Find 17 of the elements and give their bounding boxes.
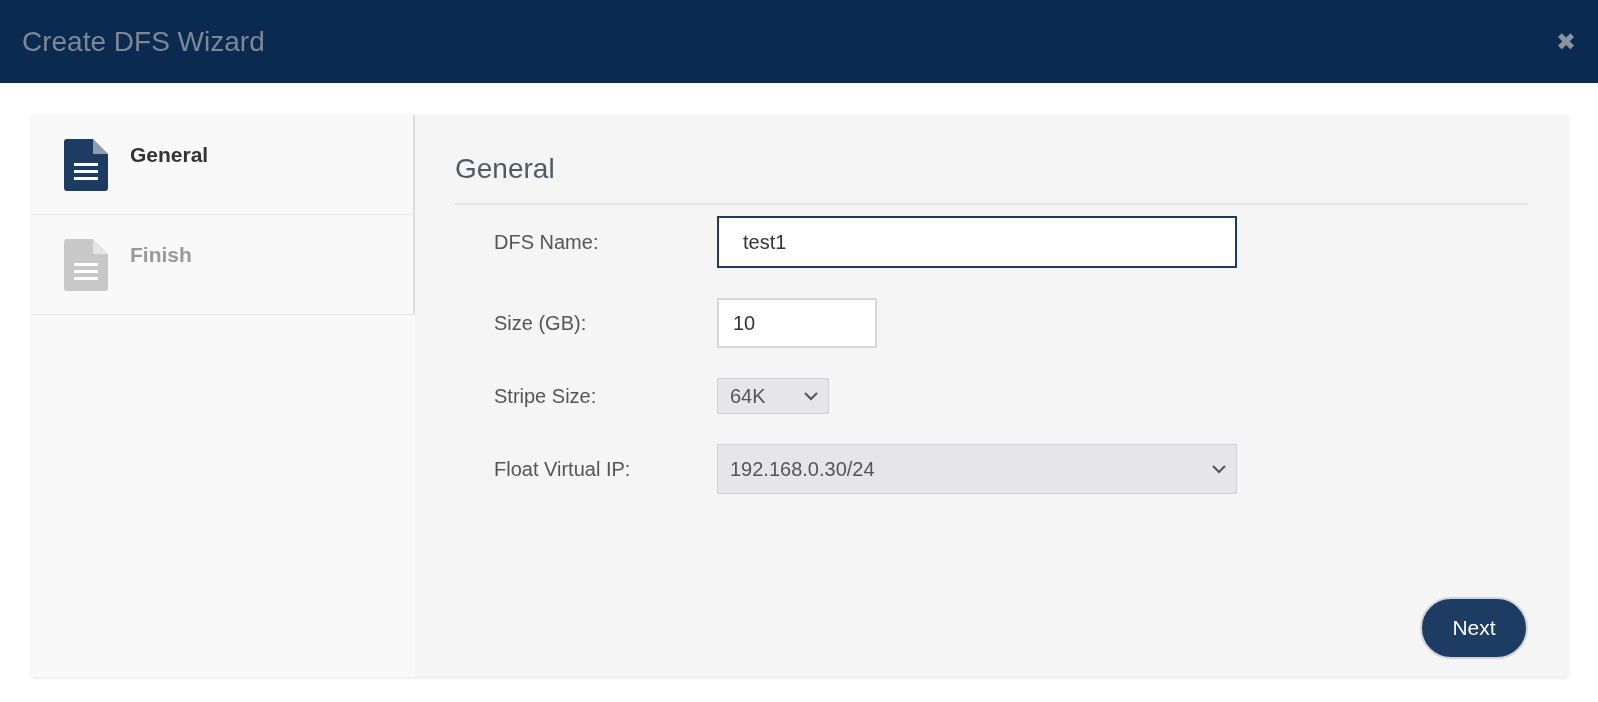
- dropdown-select[interactable]: 64K: [717, 378, 829, 414]
- field-label: Float Virtual IP:: [493, 457, 632, 481]
- field-label: Size (GB):: [493, 311, 588, 335]
- field-label: DFS Name:: [493, 230, 600, 254]
- section-heading: General: [455, 153, 1528, 205]
- next-button[interactable]: Next: [1420, 597, 1528, 659]
- text-field[interactable]: test1: [717, 216, 1237, 268]
- chevron-down-icon: [804, 391, 818, 401]
- dropdown-select[interactable]: 192.168.0.30/24: [717, 444, 1237, 494]
- close-button[interactable]: ✖: [1556, 27, 1576, 56]
- field-label: Stripe Size:: [493, 384, 598, 408]
- wizard-step[interactable]: General: [32, 115, 415, 215]
- chevron-down-icon: [1212, 464, 1226, 474]
- document-icon: [64, 139, 108, 191]
- text-field[interactable]: 10: [717, 298, 877, 348]
- document-icon: [64, 239, 108, 291]
- window-title: Create DFS Wizard: [22, 25, 265, 58]
